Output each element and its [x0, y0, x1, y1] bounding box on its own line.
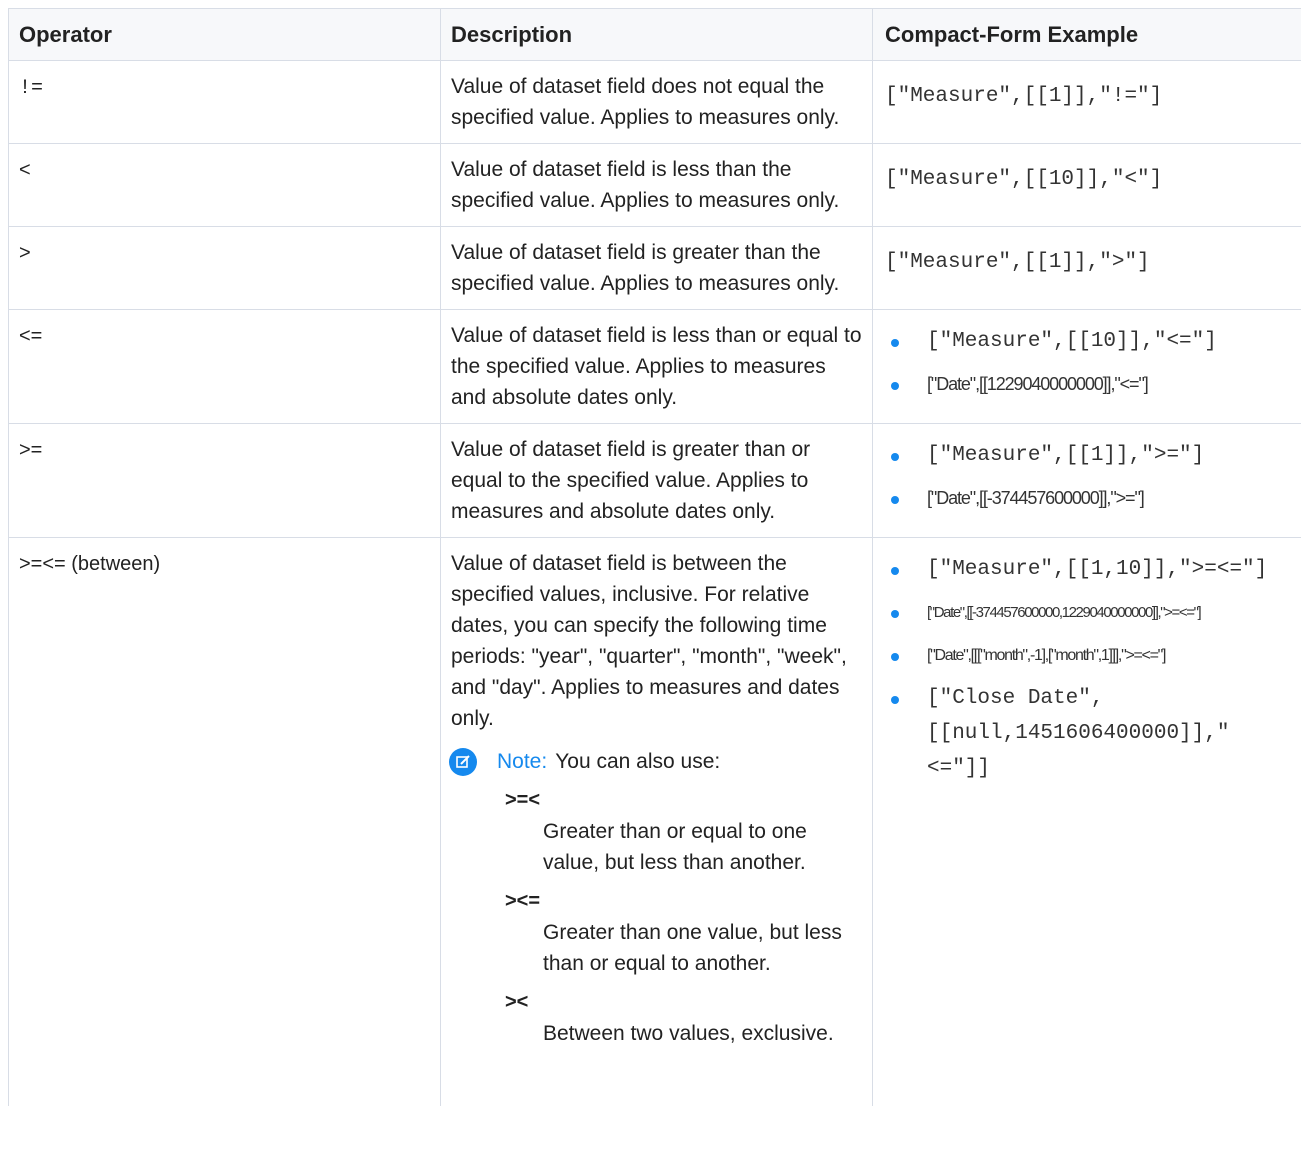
bullet-dot-icon [891, 567, 899, 575]
table-row: >= Value of dataset field is greater tha… [8, 424, 1301, 538]
table-row: < Value of dataset field is less than th… [8, 144, 1301, 227]
example-code: ["Date",[[-374457600000,1229040000000]],… [927, 604, 1202, 621]
header-example: Compact-Form Example [872, 9, 1301, 60]
operator-cell: > [19, 242, 31, 264]
example-code: ["Measure",[[1]],">"] [885, 251, 1150, 274]
description-cell: Value of dataset field is less than or e… [440, 310, 872, 423]
example-list: ["Measure",[[1,10]],">=<="] ["Date",[[-3… [885, 548, 1301, 786]
definition-term: ><= [505, 890, 541, 912]
list-item: ["Date",[[-374457600000,1229040000000]],… [885, 591, 1301, 634]
bullet-dot-icon [891, 339, 899, 347]
table-row: != Value of dataset field does not equal… [8, 61, 1301, 144]
operator-cell: >=<= (between) [19, 553, 161, 575]
example-code: ["Date",[[1229040000000]],"<="] [927, 374, 1149, 394]
edit-note-icon [449, 747, 477, 776]
example-code: ["Date",[[["month",-1],["month",1]]],">=… [927, 647, 1166, 664]
header-description: Description [440, 9, 872, 60]
bullet-dot-icon [891, 453, 899, 461]
definition-description: Between two values, exclusive. [543, 1022, 834, 1045]
description-cell: Value of dataset field is less than the … [440, 144, 872, 226]
table-header-row: Operator Description Compact-Form Exampl… [8, 9, 1301, 61]
header-operator: Operator [8, 9, 440, 60]
example-list: ["Measure",[[10]],"<="] ["Date",[[122904… [885, 320, 1301, 406]
bullet-dot-icon [891, 610, 899, 618]
operator-cell: != [19, 77, 44, 100]
example-code: ["Measure",[[1]],">="] [927, 444, 1205, 467]
bullet-dot-icon [891, 382, 899, 390]
note-callout: Note: You can also use: [449, 746, 862, 777]
example-code: ["Close Date", [[null,1451606400000]],"<… [927, 687, 1230, 780]
list-item: ["Measure",[[1,10]],">=<="] [885, 548, 1301, 591]
table-row: > Value of dataset field is greater than… [8, 227, 1301, 310]
description-cell: Value of dataset field is greater than o… [440, 424, 872, 537]
bullet-dot-icon [891, 696, 899, 704]
description-cell: Value of dataset field is between the sp… [451, 552, 847, 730]
note-text: You can also use: [555, 750, 721, 773]
definition-list: >=< Greater than or equal to one value, … [505, 785, 862, 1049]
description-cell: Value of dataset field does not equal th… [440, 61, 872, 143]
list-item: ["Measure",[[10]],"<="] [885, 320, 1301, 363]
list-item: ["Date",[[1229040000000]],"<="] [885, 363, 1301, 406]
example-code: ["Measure",[[10]],"<"] [885, 168, 1163, 191]
operator-cell: <= [19, 325, 43, 347]
list-item: ["Close Date", [[null,1451606400000]],"<… [885, 677, 1301, 786]
list-item: ["Measure",[[1]],">="] [885, 434, 1301, 477]
note-label: Note: [497, 750, 548, 773]
operator-cell: >= [19, 439, 43, 461]
list-item: ["Date",[[["month",-1],["month",1]]],">=… [885, 634, 1301, 677]
example-list: ["Measure",[[1]],">="] ["Date",[[-374457… [885, 434, 1301, 520]
table-row: <= Value of dataset field is less than o… [8, 310, 1301, 424]
operator-cell: < [19, 159, 31, 181]
list-item: ["Date",[[-374457600000]],">="] [885, 477, 1301, 520]
definition-description: Greater than or equal to one value, but … [543, 820, 807, 874]
description-cell: Value of dataset field is greater than t… [440, 227, 872, 309]
example-code: ["Date",[[-374457600000]],">="] [927, 488, 1145, 508]
definition-term: >=< [505, 789, 541, 811]
bullet-dot-icon [891, 653, 899, 661]
operators-table: Operator Description Compact-Form Exampl… [8, 8, 1301, 1106]
table-row: >=<= (between) Value of dataset field is… [8, 538, 1301, 1106]
bullet-dot-icon [891, 496, 899, 504]
example-code: ["Measure",[[10]],"<="] [927, 330, 1217, 353]
definition-term: >< [505, 991, 529, 1013]
definition-description: Greater than one value, but less than or… [543, 921, 842, 975]
example-code: ["Measure",[[1]],"!="] [885, 85, 1163, 108]
example-code: ["Measure",[[1,10]],">=<="] [927, 558, 1268, 581]
